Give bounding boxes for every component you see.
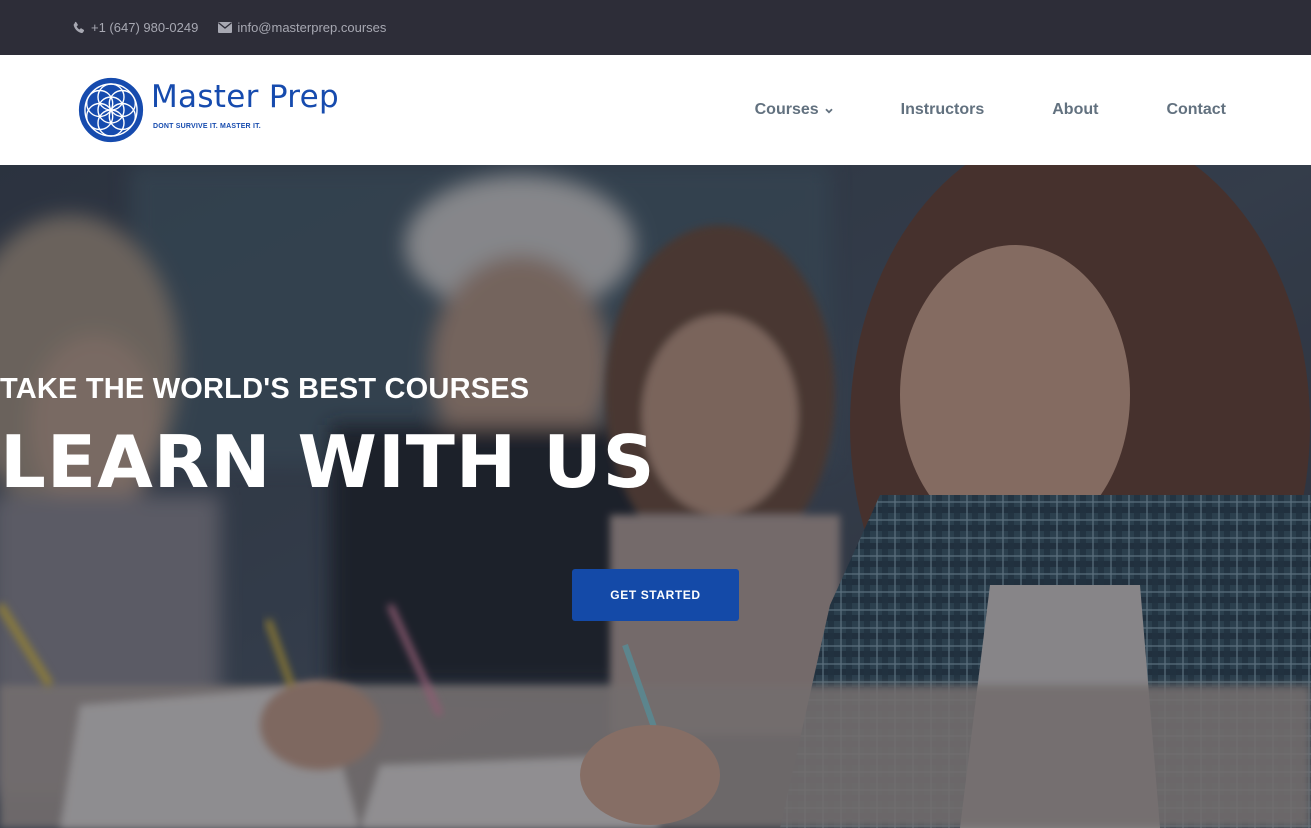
hero-subtitle: TAKE THE WORLD'S BEST COURSES: [0, 373, 530, 405]
brand-name: Master Prep: [151, 79, 339, 115]
email-contact[interactable]: info@masterprep.courses: [218, 20, 386, 35]
flower-of-life-logo: [78, 77, 144, 143]
nav-item-about[interactable]: About: [1052, 101, 1098, 119]
hero-section: TAKE THE WORLD'S BEST COURSES LEARN WITH…: [0, 165, 1311, 828]
brand-tagline: DONT SURVIVE IT. MASTER IT.: [153, 123, 261, 130]
email-address[interactable]: info@masterprep.courses: [237, 20, 386, 35]
nav-item-contact[interactable]: Contact: [1166, 101, 1226, 119]
site-header: Master Prep DONT SURVIVE IT. MASTER IT. …: [0, 55, 1311, 165]
phone-icon: [72, 21, 86, 35]
nav-item-label: Instructors: [900, 101, 985, 118]
main-nav: Courses Instructors About Contact: [755, 55, 1226, 165]
hero-title: LEARN WITH US: [0, 420, 656, 504]
nav-item-courses[interactable]: Courses: [755, 101, 833, 119]
chevron-down-icon: [825, 101, 833, 119]
phone-contact[interactable]: +1 (647) 980-0249: [72, 20, 198, 35]
envelope-icon: [218, 22, 233, 33]
phone-number[interactable]: +1 (647) 980-0249: [91, 20, 198, 35]
top-contact-bar: +1 (647) 980-0249 info@masterprep.course…: [0, 0, 1311, 55]
nav-item-instructors[interactable]: Instructors: [901, 101, 985, 119]
brand-logo[interactable]: Master Prep DONT SURVIVE IT. MASTER IT.: [76, 76, 339, 144]
nav-item-label: Contact: [1166, 101, 1226, 118]
get-started-button[interactable]: GET STARTED: [572, 569, 739, 621]
nav-item-label: About: [1052, 101, 1099, 118]
nav-item-label: Courses: [754, 101, 819, 118]
